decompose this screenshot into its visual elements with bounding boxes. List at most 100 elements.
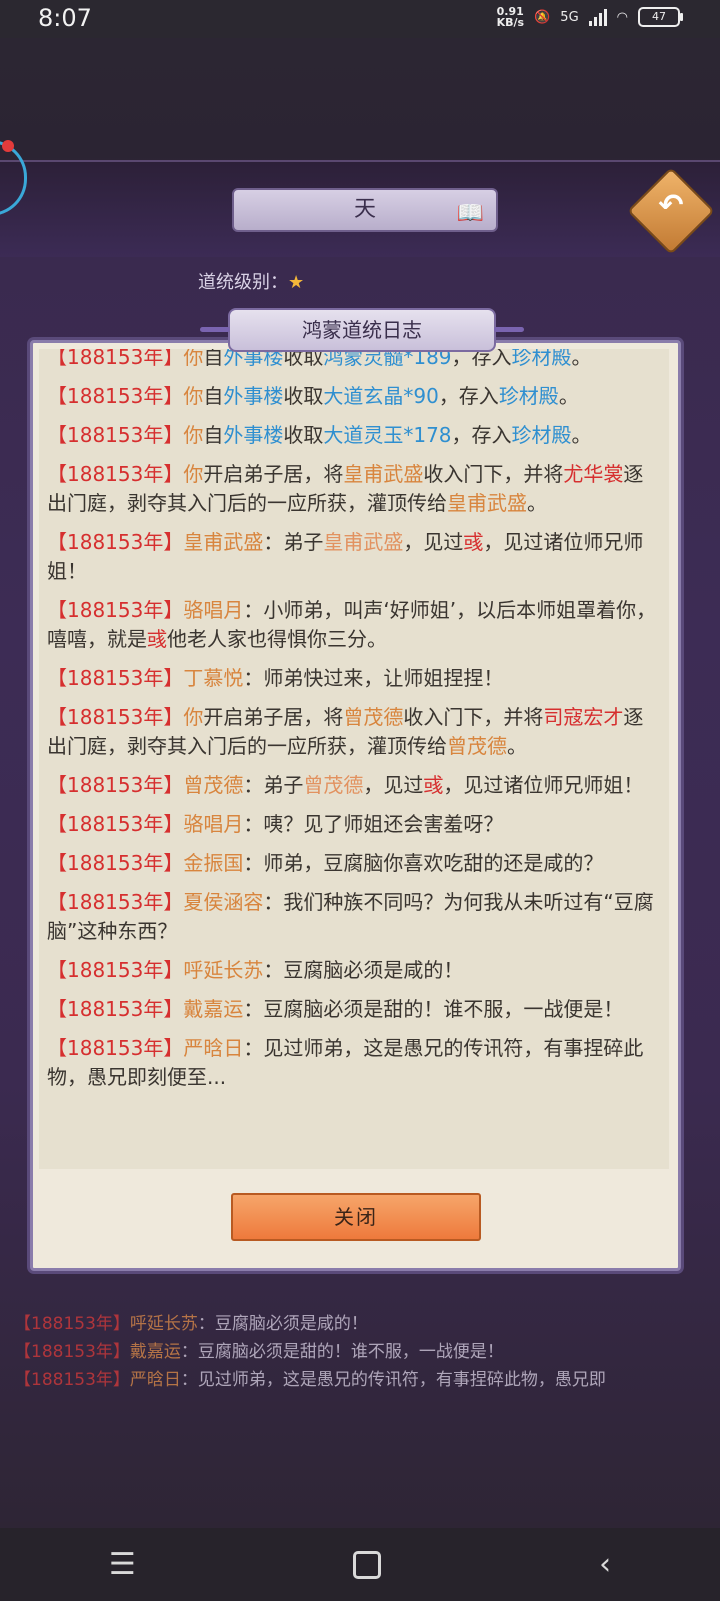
log-segment: 鸿蒙灵髓*189 [323,349,452,369]
log-segment: ，见过 [363,773,424,797]
log-segment: 你 [183,349,204,369]
log-segment: 珍材殿 [498,384,559,408]
log-segment: 曾茂德 [343,705,404,729]
log-entry: 【188153年】骆唱月：咦？见了师姐还会害羞呀？ [47,810,661,839]
log-segment: ：咦？见了师姐还会害羞呀？ [243,812,504,836]
background-log-name: 戴嘉运 [129,1342,181,1362]
close-button[interactable]: 关闭 [231,1193,481,1241]
log-segment: ，见过诸位师兄师姐！ [443,773,644,797]
log-segment: 【188153年】 [47,462,184,486]
battery-level: 47 [652,10,666,23]
battery-icon: 47 [638,7,683,27]
log-segment: 曾茂德 [183,773,244,797]
log-segment: 收取 [283,423,324,447]
log-segment: 丁慕悦 [183,666,244,690]
log-entry: 【188153年】你开启弟子居，将曾茂德收入门下，并将司寇宏才逐出门庭，剥夺其入… [47,703,661,761]
net-speed-unit: KB/s [496,16,525,29]
modal-title: 鸿蒙道统日志 [200,308,524,352]
log-entry: 【188153年】戴嘉运：豆腐脑必须是甜的！谁不服，一战便是！ [47,995,661,1024]
net-speed: 0.91 KB/s [497,6,524,28]
log-segment: 。 [571,349,592,369]
menu-icon[interactable]: ☰ [109,1547,136,1582]
log-entry: 【188153年】皇甫武盛：弟子皇甫武盛，见过彧，见过诸位师兄师姐！ [47,528,661,586]
log-segment: 金振国 [183,851,244,875]
log-segment: ：弟子 [263,530,324,554]
log-segment: ：师弟快过来，让师姐捏捏！ [243,666,504,690]
log-segment: ：弟子 [243,773,304,797]
log-segment: 曾茂德 [447,734,507,758]
return-arrow-icon[interactable]: ↶ [654,188,688,228]
background-log-year: 【188153年】 [14,1314,130,1334]
background-log-text: ：豆腐脑必须是咸的！ [197,1314,368,1334]
log-entry: 【188153年】骆唱月：小师弟，叫声‘好师姐’，以后本师姐罩着你，嘻嘻，就是彧… [47,596,661,654]
log-segment: 外事楼 [223,423,284,447]
log-segment: ：豆腐脑必须是咸的！ [263,958,464,982]
status-bar: 8:07 0.91 KB/s 🔕 5G ◠ 47 [0,0,720,38]
log-segment: 你 [183,705,204,729]
log-segment: 【188153年】 [47,1036,184,1060]
tao-level-label: 道统级别： [198,272,288,293]
log-segment: 【188153年】 [47,666,184,690]
log-segment: 【188153年】 [47,423,184,447]
log-segment: 【188153年】 [47,530,184,554]
log-segment: 司寇宏才 [543,705,624,729]
background-log-name: 呼延长苏 [129,1314,198,1334]
title-plaque: 天 📖 [232,188,498,232]
navigation-bar: ☰ ‹ [0,1528,720,1601]
log-entry: 【188153年】你自外事楼收取鸿蒙灵髓*189，存入珍材殿。 [47,349,661,372]
signal-icon [588,8,607,26]
log-segment: 珍材殿 [511,349,572,369]
log-segment: 严晗日 [183,1036,244,1060]
log-segment: 自 [203,349,224,369]
star-icon: ★ [288,272,305,293]
log-scroll-area[interactable]: 【188153年】你自外事楼收取鸿蒙灵髓*189，存入珍材殿。 【188153年】… [39,349,669,1169]
log-segment: 骆唱月 [183,598,244,622]
log-segment: 外事楼 [223,349,284,369]
log-segment: ，见过 [403,530,464,554]
log-entry: 【188153年】呼延长苏：豆腐脑必须是咸的！ [47,956,661,985]
log-entry: 【188153年】你自外事楼收取大道玄晶*90，存入珍材殿。 [47,382,661,411]
log-modal: 【188153年】你自外事楼收取鸿蒙灵髓*189，存入珍材殿。 【188153年】… [30,340,681,1271]
log-entry: 【188153年】你开启弟子居，将皇甫武盛收入门下，并将尤华裳逐出门庭，剥夺其入… [47,460,661,518]
log-entry: 【188153年】曾茂德：弟子曾茂德，见过彧，见过诸位师兄师姐！ [47,771,661,800]
log-segment: 珍材殿 [511,423,572,447]
log-segment: 【188153年】 [47,705,184,729]
log-entry: 【188153年】你自外事楼收取大道灵玉*178，存入珍材殿。 [47,421,661,450]
log-segment: ，存入 [451,423,512,447]
log-segment: 【188153年】 [47,851,184,875]
log-segment: 曾茂德 [303,773,364,797]
background-log-year: 【188153年】 [14,1342,130,1362]
log-segment: 【188153年】 [47,349,184,369]
log-segment: 大道灵玉*178 [323,423,452,447]
log-segment: 收入门下，并将 [403,705,544,729]
log-segment: 皇甫武盛 [343,462,424,486]
log-segment: 皇甫武盛 [323,530,404,554]
log-entry: 【188153年】丁慕悦：师弟快过来，让师姐捏捏！ [47,664,661,693]
book-icon: 📖 [456,201,484,226]
chevron-left-icon[interactable]: ‹ [599,1547,611,1582]
log-segment: 【188153年】 [47,384,184,408]
log-segment: 呼延长苏 [183,958,264,982]
log-segment: 自 [203,423,224,447]
log-segment: 。 [571,423,592,447]
log-segment: 开启弟子居，将 [203,462,344,486]
log-segment: 彧 [463,530,484,554]
background-log-name: 严晗日 [129,1370,181,1390]
log-segment: 你 [183,384,204,408]
log-segment: ：豆腐脑必须是甜的！谁不服，一战便是！ [243,997,624,1021]
log-entry: 【188153年】夏侯涵容：我们种族不同吗？为何我从未听过有“豆腐脑”这种东西？ [47,888,661,946]
log-segment: 骆唱月 [183,812,244,836]
log-segment: ，存入 [438,384,499,408]
log-segment: 他老人家也得惧你三分。 [167,627,387,651]
log-segment: 开启弟子居，将 [203,705,344,729]
log-segment: 彧 [423,773,444,797]
square-icon[interactable] [353,1550,382,1579]
background-log-line: 【188153年】戴嘉运：豆腐脑必须是甜的！谁不服，一战便是！ [14,1338,714,1366]
background-log-line: 【188153年】呼延长苏：豆腐脑必须是咸的！ [14,1310,714,1338]
wifi-icon: ◠ [616,9,628,25]
clock: 8:07 [38,4,92,32]
tao-level: 道统级别：★ [198,268,304,294]
background-log-year: 【188153年】 [14,1370,130,1390]
notification-dot [2,140,14,152]
log-segment: 戴嘉运 [183,997,244,1021]
